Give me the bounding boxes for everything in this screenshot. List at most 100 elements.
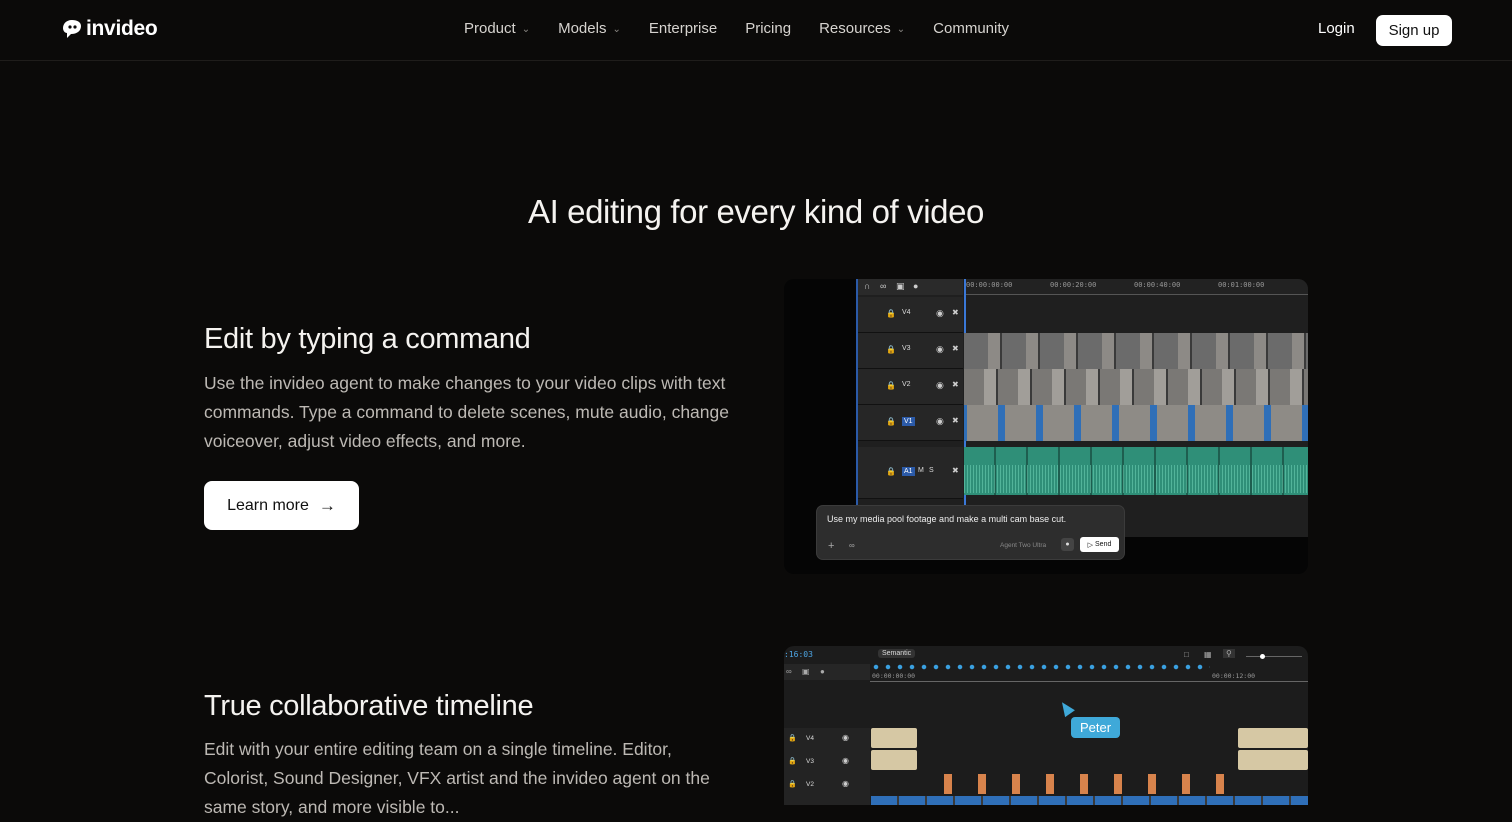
agent-command-box[interactable]: Use my media pool footage and make a mul… — [816, 505, 1125, 560]
crop-icon[interactable]: □ — [1184, 650, 1189, 659]
nav-community[interactable]: Community — [933, 20, 1009, 37]
command-text: Use my media pool footage and make a mul… — [827, 514, 1067, 524]
chevron-down-icon: ⌄ — [612, 24, 621, 35]
ruler-tc-1: 00:00:20:00 — [1050, 281, 1097, 289]
signup-button[interactable]: Sign up — [1376, 15, 1452, 46]
track-label-v4: V4 — [806, 735, 814, 742]
eye-icon: ◉ — [842, 733, 849, 742]
clip-v4-left[interactable] — [871, 728, 917, 748]
track-header-v4: 🔒 V4 ◉ ✖ — [858, 297, 963, 333]
nav-community-label: Community — [933, 20, 1010, 37]
time-ruler: 00:00:00:00 00:00:20:00 00:00:40:00 00:0… — [964, 279, 1308, 295]
track-label-a1: A1 — [902, 467, 915, 476]
collab-ruler: 00:00:00:00 00:00:12:00 — [870, 663, 1308, 682]
link-icon: ∞ — [786, 667, 792, 676]
lock-icon: 🔒 — [788, 735, 797, 742]
timecode-readout: :16:03 — [784, 650, 813, 659]
lane-v2-clips — [944, 774, 1244, 794]
split-icon[interactable]: ▦ — [1204, 650, 1212, 659]
timeline-toolbar: ∩ ∞ ▣ ● — [858, 279, 963, 295]
chevron-down-icon: ⌄ — [896, 24, 906, 35]
agent-model-select[interactable]: Agent Two Ultra — [1000, 542, 1046, 549]
learn-more-button[interactable]: Learn more → — [204, 481, 359, 530]
track-header-a1: 🔒 A1 M S ✖ — [858, 447, 963, 499]
login-link[interactable]: Login — [1318, 20, 1355, 37]
timeline-editor: ∩ ∞ ▣ ● 00:00:00:00 00:00:20:00 00:00:40… — [856, 279, 1308, 537]
feature-title-command: Edit by typing a command — [204, 323, 531, 355]
settings-icon[interactable]: ∞ — [849, 541, 855, 550]
semantic-mode-tab[interactable]: Semantic — [878, 649, 916, 658]
visibility-toggle-icon: ✖ — [952, 380, 959, 389]
caption-icon: ▣ — [896, 281, 905, 291]
mute-icon: M — [918, 467, 924, 474]
semantic-markers — [870, 663, 1210, 671]
lane-v3-clips — [964, 333, 1308, 369]
lane-v1-clips — [871, 796, 1308, 805]
caption-icon: ▣ — [802, 667, 810, 676]
clip-v3-right[interactable] — [1238, 750, 1308, 770]
plus-icon[interactable]: + — [828, 540, 834, 552]
lock-icon: 🔒 — [788, 758, 797, 765]
feature-title-collab: True collaborative timeline — [204, 690, 534, 722]
clip-v4-right[interactable] — [1238, 728, 1308, 748]
chevron-down-icon: ⌄ — [521, 24, 531, 35]
lock-icon: 🔒 — [788, 781, 797, 788]
eye-icon: ◉ — [936, 380, 944, 390]
ruler-tc-mid: 00:00:12:00 — [1212, 672, 1256, 680]
command-editor-preview: ∩ ∞ ▣ ● 00:00:00:00 00:00:20:00 00:00:40… — [784, 279, 1308, 574]
lock-icon: 🔒 — [886, 467, 896, 476]
lock-icon: 🔒 — [886, 417, 896, 426]
marker-icon: ● — [820, 667, 825, 676]
feature-desc-collab: Edit with your entire editing team on a … — [204, 739, 710, 817]
visibility-toggle-icon: ✖ — [952, 466, 959, 475]
nav-product-label: Product — [464, 20, 516, 37]
nav-resources[interactable]: Resources ⌄ — [819, 20, 905, 37]
arrow-right-icon: → — [318, 495, 336, 515]
cursor-arrow-icon — [1057, 698, 1075, 718]
send-button[interactable]: ▷ Send — [1080, 537, 1119, 552]
send-label: Send — [1095, 541, 1112, 548]
collab-track-headers: 🔒 V4 ◉ 🔒 V3 ◉ 🔒 V2 ◉ — [784, 728, 870, 805]
ruler-tc-3: 00:01:00:00 — [1218, 281, 1265, 289]
lane-v2-clips — [964, 369, 1308, 405]
collab-timeline-preview: :16:03 Semantic □ ▦ ⚲ ∞ ▣ ● 00:00:00:00 … — [784, 646, 1308, 805]
nav-enterprise[interactable]: Enterprise — [649, 20, 717, 37]
nav-models[interactable]: Models ⌄ — [558, 20, 621, 37]
track-label-v2: V2 — [806, 781, 814, 788]
nav-product[interactable]: Product ⌄ — [464, 20, 530, 37]
main-menu: Product ⌄ Models ⌄ Enterprise Pricing Re… — [464, 20, 1009, 37]
zoom-slider-knob[interactable] — [1260, 654, 1265, 659]
track-label-v4: V4 — [902, 309, 911, 316]
audio-waveform — [964, 465, 1308, 493]
visibility-toggle-icon: ✖ — [952, 308, 959, 317]
brand-logo[interactable]: invideo — [62, 17, 158, 41]
mic-icon[interactable]: ● — [1061, 538, 1074, 551]
invideo-logo-icon — [63, 20, 81, 38]
solo-icon: S — [929, 467, 934, 474]
ruler-tc-0: 00:00:00:00 — [966, 281, 1013, 289]
track-header-v1: V1 🔒 ◉ ✖ — [858, 405, 963, 441]
lock-icon: 🔒 — [886, 381, 896, 390]
track-label-v3: V3 — [902, 345, 911, 352]
nav-pricing[interactable]: Pricing — [745, 20, 791, 37]
lane-a1-audio — [964, 447, 1308, 495]
magnet-icon: ∩ — [864, 281, 871, 291]
track-label-v1: V1 — [902, 417, 915, 426]
track-header-v3: 🔒 V3 ◉ ✖ — [858, 333, 963, 369]
eye-icon: ◉ — [842, 756, 849, 765]
feature-desc-command: Use the invideo agent to make changes to… — [204, 373, 729, 451]
track-label-v3: V3 — [806, 758, 814, 765]
eye-icon: ◉ — [936, 344, 944, 354]
nav-pricing-label: Pricing — [745, 20, 792, 37]
zoom-slider[interactable] — [1246, 654, 1302, 659]
top-nav: invideo Product ⌄ Models ⌄ Enterprise Pr… — [0, 0, 1512, 61]
visibility-toggle-icon: ✖ — [952, 344, 959, 353]
nav-resources-label: Resources — [819, 20, 891, 37]
search-icon[interactable]: ⚲ — [1223, 649, 1235, 658]
track-label-v2: V2 — [902, 381, 911, 388]
eye-icon: ◉ — [936, 416, 944, 426]
collaborator-badge: Peter — [1071, 717, 1121, 738]
visibility-toggle-icon: ✖ — [952, 416, 959, 425]
clip-v3-left[interactable] — [871, 750, 917, 770]
nav-models-label: Models — [558, 20, 607, 37]
